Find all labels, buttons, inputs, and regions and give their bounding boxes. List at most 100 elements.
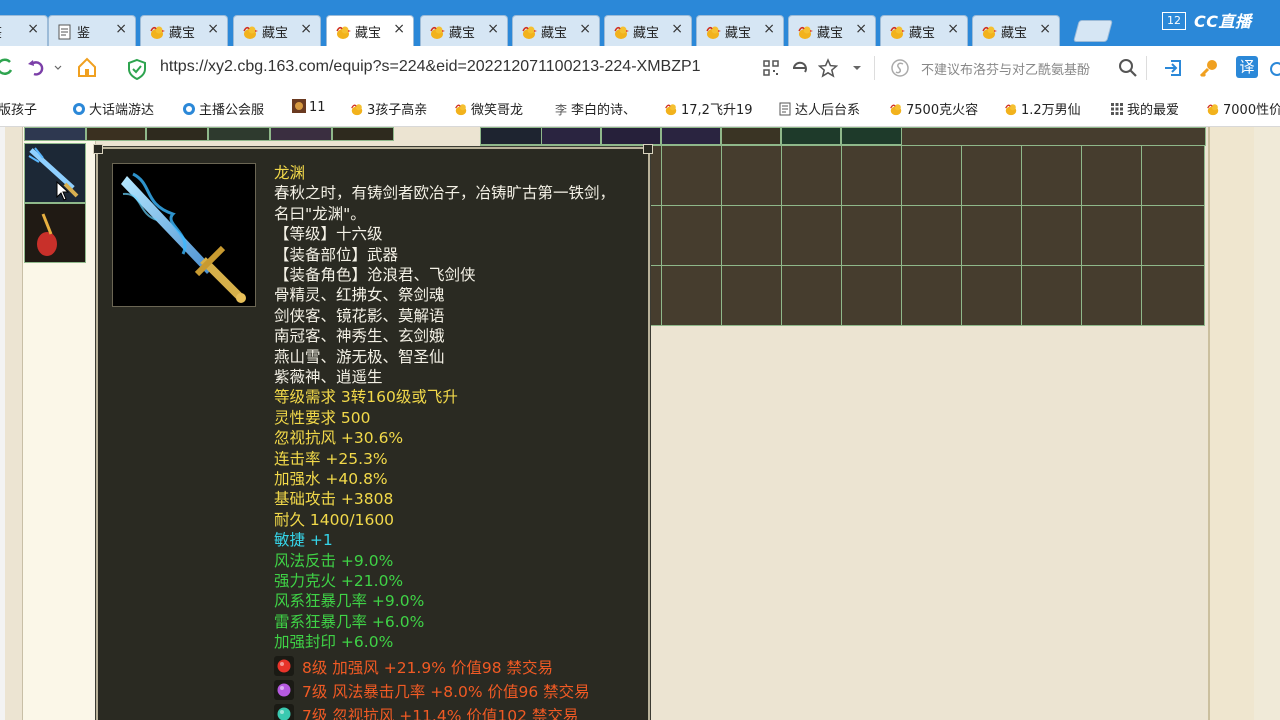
close-icon[interactable]: × xyxy=(855,21,867,37)
undo-dropdown-icon[interactable] xyxy=(54,56,62,78)
inventory-slot-empty[interactable] xyxy=(1081,265,1142,326)
inventory-slot-empty[interactable] xyxy=(781,265,842,326)
tab-9[interactable]: 藏宝 × xyxy=(788,15,876,46)
close-icon[interactable]: × xyxy=(393,21,405,37)
refresh-icon[interactable] xyxy=(0,56,16,78)
bookmark-item[interactable]: 11 xyxy=(292,99,326,115)
inventory-slot-empty[interactable] xyxy=(901,265,962,326)
chevron-down-icon[interactable] xyxy=(850,59,864,77)
bookmark-item[interactable]: 版孩子 xyxy=(0,99,37,118)
inventory-slot-empty[interactable] xyxy=(1021,265,1082,326)
inventory-slot[interactable] xyxy=(601,127,661,145)
inventory-slot[interactable] xyxy=(24,127,86,141)
bookmark-item[interactable]: 17,2飞升19 xyxy=(664,99,753,118)
inventory-slot-empty[interactable] xyxy=(721,265,782,326)
inventory-slot-sword[interactable] xyxy=(24,143,86,203)
close-icon[interactable]: × xyxy=(579,21,591,37)
inventory-slot-empty[interactable] xyxy=(841,265,902,326)
inventory-slot-empty[interactable] xyxy=(841,145,902,206)
inventory-slot[interactable] xyxy=(480,127,542,145)
inventory-slot[interactable] xyxy=(841,127,903,145)
bookmark-item[interactable]: 主播公会服 xyxy=(182,99,264,118)
tab-11[interactable]: 藏宝 × xyxy=(972,15,1060,46)
inventory-slot-empty[interactable] xyxy=(1021,205,1082,266)
inventory-slot-empty[interactable] xyxy=(661,145,722,206)
close-icon[interactable]: × xyxy=(27,21,39,37)
tab-3[interactable]: 藏宝 × xyxy=(233,15,321,46)
inventory-slot[interactable] xyxy=(332,127,394,141)
inventory-slot-empty[interactable] xyxy=(721,205,782,266)
tab-1[interactable]: 鉴 × xyxy=(48,15,136,46)
ie-compat-icon[interactable] xyxy=(790,58,810,78)
close-icon[interactable]: × xyxy=(300,21,312,37)
star-bookmark-icon[interactable] xyxy=(818,58,838,78)
tab-4[interactable]: 藏宝 × xyxy=(326,15,414,46)
close-icon[interactable]: × xyxy=(947,21,959,37)
tab-5[interactable]: 藏宝 × xyxy=(420,15,508,46)
new-tab-button[interactable] xyxy=(1073,20,1113,42)
inventory-slot[interactable] xyxy=(86,127,146,141)
translate-icon[interactable]: 译 xyxy=(1236,56,1258,78)
inventory-slot-empty[interactable] xyxy=(901,205,962,266)
inventory-slot-empty[interactable] xyxy=(1081,205,1142,266)
bookmark-item[interactable]: 7500克火容 xyxy=(889,99,978,118)
close-icon[interactable]: × xyxy=(487,21,499,37)
bookmark-item[interactable]: 3孩子高亲 xyxy=(350,99,427,118)
close-icon[interactable]: × xyxy=(763,21,775,37)
inventory-slot[interactable] xyxy=(541,127,601,145)
inventory-slot[interactable] xyxy=(146,127,208,141)
tab-0[interactable]: 鉴× xyxy=(0,15,48,46)
search-engine-icon[interactable] xyxy=(890,58,910,78)
inventory-slot-empty[interactable] xyxy=(961,145,1022,206)
inventory-slot-empty[interactable] xyxy=(1141,145,1205,206)
scroll-gutter[interactable] xyxy=(1254,127,1280,720)
inventory-slot[interactable] xyxy=(270,127,332,141)
inventory-slot-empty[interactable] xyxy=(721,145,782,206)
bookmark-item[interactable]: 李李白的诗、 xyxy=(554,99,636,118)
close-icon[interactable]: × xyxy=(1039,21,1051,37)
tab-10[interactable]: 藏宝 × xyxy=(880,15,968,46)
inventory-slot-empty[interactable] xyxy=(661,265,722,326)
tab-8[interactable]: 藏宝 × xyxy=(696,15,784,46)
inventory-slot-empty[interactable] xyxy=(781,205,842,266)
close-icon[interactable]: × xyxy=(671,21,683,37)
inventory-slot-empty[interactable] xyxy=(1081,145,1142,206)
inventory-slot-empty[interactable] xyxy=(961,265,1022,326)
qr-code-icon[interactable] xyxy=(762,59,780,77)
extension-icon[interactable] xyxy=(1270,62,1280,76)
inventory-slot-empty[interactable] xyxy=(781,145,842,206)
inventory-slot[interactable] xyxy=(208,127,270,141)
inventory-slot[interactable] xyxy=(721,127,781,145)
search-input[interactable]: 不建议布洛芬与对乙酰氨基酚 xyxy=(921,59,1117,78)
bookmark-item[interactable]: 达人后台系 xyxy=(778,99,860,118)
undo-icon[interactable] xyxy=(26,56,48,78)
bookmark-item[interactable]: 我的最爱 xyxy=(1110,99,1179,118)
tab-7[interactable]: 藏宝 × xyxy=(604,15,692,46)
address-bar[interactable]: https://xy2.cbg.163.com/equip?s=224&eid=… xyxy=(160,58,760,76)
search-icon[interactable] xyxy=(1118,58,1138,78)
inventory-slot-empty[interactable] xyxy=(961,205,1022,266)
inventory-slot-empty[interactable] xyxy=(841,205,902,266)
inventory-slot[interactable] xyxy=(781,127,841,145)
tab-count-badge[interactable]: 12 xyxy=(1162,12,1186,30)
secure-shield-icon[interactable] xyxy=(126,58,148,80)
inventory-slot-potion[interactable] xyxy=(24,203,86,263)
bookmark-item[interactable]: 微笑哥龙 xyxy=(454,99,523,118)
key-icon[interactable] xyxy=(1198,57,1220,79)
inventory-slot-empty[interactable] xyxy=(661,205,722,266)
inventory-slot[interactable] xyxy=(661,127,721,145)
inventory-slot-empty[interactable] xyxy=(901,127,1206,146)
home-icon[interactable] xyxy=(76,56,98,78)
tab-6[interactable]: 藏宝 × xyxy=(512,15,600,46)
inventory-slot-empty[interactable] xyxy=(1141,265,1205,326)
bookmark-item[interactable]: 7000性价 xyxy=(1206,99,1280,118)
inventory-slot-empty[interactable] xyxy=(1141,205,1205,266)
close-icon[interactable]: × xyxy=(207,21,219,37)
inventory-slot-empty[interactable] xyxy=(1021,145,1082,206)
bookmark-item[interactable]: 大话端游达 xyxy=(72,99,154,118)
login-icon[interactable] xyxy=(1162,57,1184,79)
bookmark-item[interactable]: 1.2万男仙 xyxy=(1004,99,1081,118)
close-icon[interactable]: × xyxy=(115,21,127,37)
tab-2[interactable]: 藏宝 × xyxy=(140,15,228,46)
inventory-slot-empty[interactable] xyxy=(901,145,962,206)
